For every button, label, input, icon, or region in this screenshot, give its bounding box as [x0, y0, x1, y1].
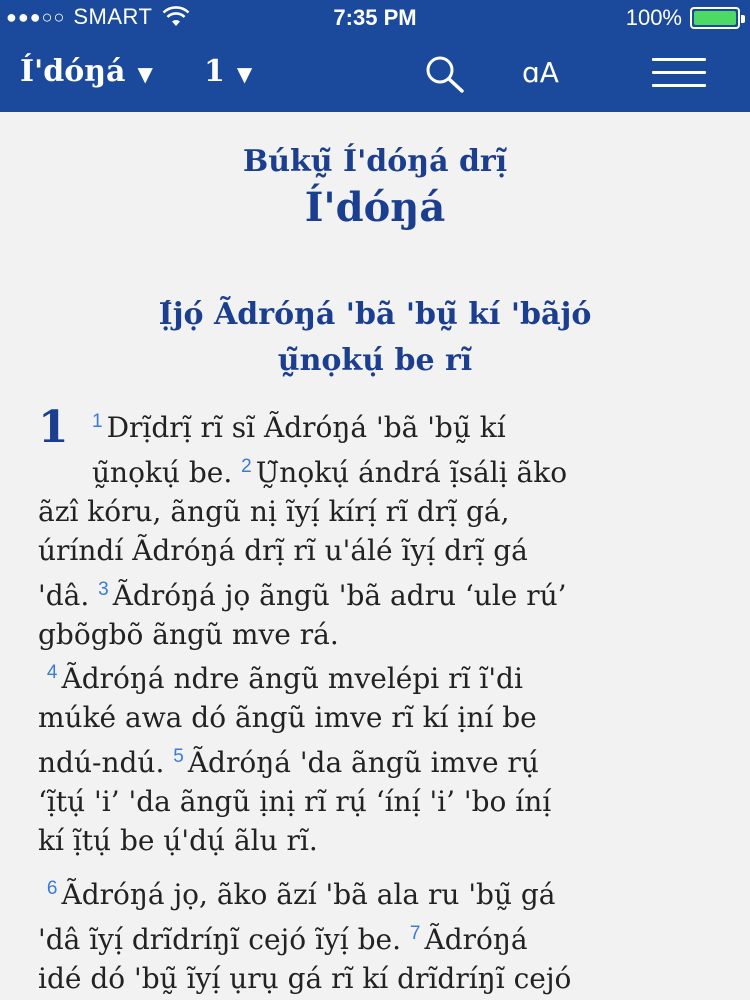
book-heading: Í'dóŋá: [304, 184, 446, 231]
verse-number[interactable]: 1: [92, 411, 103, 432]
section-heading-line: ṵ̃nọkụ́ be rĩ: [277, 343, 473, 378]
verse-line: 'dâ. 3 Ãdróŋá jọ ãngũ 'bã adru ‘ule rú’: [38, 570, 718, 615]
paragraph: 1 Drị̃drị̃ rĩ sĩ Ãdróŋá 'bã 'bṵ̃ kí ṵ̃nọk…: [38, 402, 718, 654]
battery-icon: [690, 7, 745, 29]
book-selector[interactable]: Í'dóŋá ▼: [20, 54, 153, 89]
verse-line: múké awa dó ãngũ imve rĩ kí ịní be: [38, 701, 537, 734]
verse-line: úríndí Ãdróŋá drị̃ rĩ u'álé ĩyị́ drị̃ gá: [38, 534, 528, 567]
paragraph: 4 Ãdróŋá ndre ãngũ mvelépi rĩ ĩ'di múké a…: [38, 653, 718, 860]
verse-line: 6 Ãdróŋá jọ, ãko ãzí 'bã ala ru 'bṵ̃ gá: [38, 869, 718, 914]
verse-text: 'dâ ĩyị́ drĩdríŋĩ cejó ĩyị́ be.: [38, 923, 401, 956]
verse-number[interactable]: 5: [173, 746, 184, 767]
verse-line: ṵ̃nọkụ́ be. 2 Ṵ̃nọkụ́ ándrá ị̃sálị ãko: [38, 447, 718, 492]
search-icon[interactable]: [422, 54, 466, 94]
nav-bar: Í'dóŋá ▼ 1 ▼ ɑA: [0, 36, 750, 112]
menu-bar: [652, 84, 706, 87]
chapter-number-label: 1: [204, 54, 225, 89]
menu-bar: [652, 58, 706, 61]
menu-bar: [652, 71, 706, 74]
caret-down-icon: ▼: [137, 61, 153, 86]
verse-number[interactable]: 3: [98, 579, 109, 600]
verse-line: idé dó 'bṵ̃ ĩyị́ ụrụ gá rĩ kí drĩdríŋĩ c…: [38, 962, 572, 995]
verse-text: Ãdróŋá 'da ãngũ imve rụ́: [187, 746, 539, 779]
caret-down-icon: ▼: [236, 61, 253, 86]
verse-text: Ãdróŋá: [424, 923, 528, 956]
chapter-selector[interactable]: 1 ▼: [204, 54, 252, 89]
verse-line: gbõgbõ ãngũ mve rá.: [38, 618, 339, 651]
verse-text: Ãdróŋá jọ ãngũ 'bã adru ‘ule rú’: [112, 579, 567, 612]
verse-number[interactable]: 6: [47, 878, 58, 899]
verse-text: Ãdróŋá ndre ãngũ mvelépi rĩ ĩ'di: [61, 662, 523, 695]
verse-number[interactable]: 4: [47, 662, 58, 683]
verse-text: Ãdróŋá jọ, ãko ãzí 'bã ala ru 'bṵ̃ gá: [61, 878, 556, 911]
verse-text: Drị̃drị̃ rĩ sĩ Ãdróŋá 'bã 'bṵ̃ kí: [106, 411, 506, 444]
section-heading-line: Ị́jọ́ Ãdróŋá 'bã 'bṵ̃ kí 'bãjó: [158, 297, 592, 332]
status-bar: ●●●○○ SMART 7:35 PM 100%: [0, 0, 750, 36]
battery-level: [694, 11, 736, 25]
book-name: Í'dóŋá: [20, 54, 126, 89]
verse-number[interactable]: 2: [241, 456, 252, 477]
status-right: 100%: [625, 5, 745, 31]
verse-line: 'dâ ĩyị́ drĩdríŋĩ cejó ĩyị́ be. 7 Ãdróŋá: [38, 914, 718, 959]
verse-line: ãzî kóru, ãngũ nị ĩyị́ kírị́ rĩ drị̃ gá,: [38, 495, 510, 528]
verse-line: ‘ị̃tụ́ 'i’ 'da ãngũ ịnị rĩ rụ́ ‘ínị́ 'i’…: [38, 785, 552, 818]
section-heading: Ị́jọ́ Ãdróŋá 'bã 'bṵ̃ kí 'bãjó ṵ̃nọkụ́ b…: [60, 292, 690, 384]
verse-number[interactable]: 7: [410, 923, 421, 944]
verse-text: 'dâ.: [38, 579, 90, 612]
verse-text: ndú-ndú.: [38, 746, 165, 779]
paragraph: 6 Ãdróŋá jọ, ãko ãzí 'bã ala ru 'bṵ̃ gá '…: [38, 869, 718, 998]
verse-line: kí ị̃tụ́ be ụ́'dụ́ ãlu rĩ.: [38, 824, 318, 857]
book-title: Búkṵ̃ Í'dóŋá drị̃: [242, 144, 508, 179]
battery-tip: [741, 15, 745, 23]
verse-text: Ṵ̃nọkụ́ ándrá ị̃sálị ãko: [255, 456, 568, 489]
verse-text: ṵ̃nọkụ́ be.: [92, 456, 233, 489]
hamburger-menu-icon[interactable]: [652, 58, 706, 90]
font-size-button[interactable]: ɑA: [522, 56, 559, 89]
battery-percentage: 100%: [625, 5, 682, 30]
verse-line: ndú-ndú. 5 Ãdróŋá 'da ãngũ imve rụ́: [38, 737, 718, 782]
scripture-content[interactable]: Búkṵ̃ Í'dóŋá drị̃ Í'dóŋá Ị́jọ́ Ãdróŋá 'b…: [0, 112, 750, 1000]
verse-line: 4 Ãdróŋá ndre ãngũ mvelépi rĩ ĩ'di: [38, 653, 718, 698]
verse-line: 1 Drị̃drị̃ rĩ sĩ Ãdróŋá 'bã 'bṵ̃ kí: [38, 402, 718, 447]
